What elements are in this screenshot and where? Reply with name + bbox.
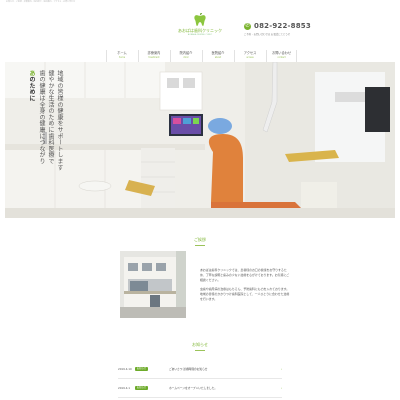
hero-line-1: 歯の健康は全身の健康につながり [38,70,45,165]
news-item[interactable]: 2019.4.1 お知らせ ホームページをオープンいたしました。 › [118,379,282,398]
greeting-paragraph-2: 虫歯や歯周病の治療はもちろん、予防歯科にも力を入れております。地域の皆様のかかり… [200,286,290,301]
hero-image: あのために 歯の健康は全身の健康につながり 健やかな生活のために歯科医療で 地域… [5,62,395,218]
news-badge: お知らせ [135,386,148,390]
hero-line-2: 健やかな生活のために歯科医療で [47,70,54,165]
greeting-paragraph-1: あおばは歯科クリニックでは、患者様のお口の健康をお守りするため、丁寧な説明と痛み… [200,268,290,282]
clinic-logo[interactable]: あおばは歯科クリニック AOBAHA DENTAL CLINIC [178,13,222,36]
chevron-right-icon: › [280,367,282,371]
phone-link[interactable]: ✆ 082-922-8853 [244,22,311,30]
news-item[interactable]: 2019.4.10 お知らせ ごあいさつ 診療時間のお知らせ › [118,360,282,379]
news-title: お知らせ [192,342,208,347]
hero-line-3: 地域の皆様の健康をサポートします [56,70,63,171]
building-illustration [120,251,186,318]
nav-item-access[interactable]: アクセス access [234,50,265,62]
chevron-right-icon: › [280,386,282,390]
nav-item-clinic[interactable]: 院内紹介 clinic [170,50,201,62]
phone-icon: ✆ [244,22,251,30]
phone-number[interactable]: 082-922-8853 [254,22,311,30]
tooth-logo-icon [194,13,206,26]
top-bar-text: お知らせ · ご挨拶 · 診療案内 · 院内紹介 · 医院案内 · アクセス ·… [6,1,76,3]
news-item-title[interactable]: ホームページをオープンいたしました。 [169,386,281,390]
news-badge: お知らせ [135,367,148,371]
greeting-body: あおばは歯科クリニックでは、患者様のお口の健康をお守りするため、丁寧な説明と痛み… [200,268,290,301]
news-heading: お知らせ [0,342,400,351]
nav-item-about[interactable]: 医院紹介 about [202,50,233,62]
news-title-underline [195,350,205,351]
news-list: 2019.4.10 お知らせ ごあいさつ 診療時間のお知らせ › 2019.4.… [118,360,282,398]
clinic-building-photo [120,251,186,318]
news-date: 2019.4.1 [118,386,130,390]
greeting-title: ご挨拶 [194,237,206,242]
nav-item-treatment[interactable]: 診療案内 treatment [138,50,169,62]
hero-lead: あのために [28,70,35,102]
news-date: 2019.4.10 [118,367,132,371]
global-nav: ホーム home 診療案内 treatment 院内紹介 clinic 医院紹介 abo… [106,50,298,62]
hero-lead-text: のために [28,76,35,102]
nav-item-contact[interactable]: お問い合わせ contact [266,50,297,62]
news-item-title[interactable]: ごあいさつ 診療時間のお知らせ [169,367,281,371]
nav-item-home[interactable]: ホーム home [106,50,137,62]
dental-room-illustration [5,62,395,218]
greeting-heading: ご挨拶 [0,237,400,246]
phone-note: ご予約・お問い合わせは お電話にてどうぞ [244,33,291,36]
logo-subtitle: AOBAHA DENTAL CLINIC [187,34,213,36]
greeting-title-underline [195,245,205,246]
